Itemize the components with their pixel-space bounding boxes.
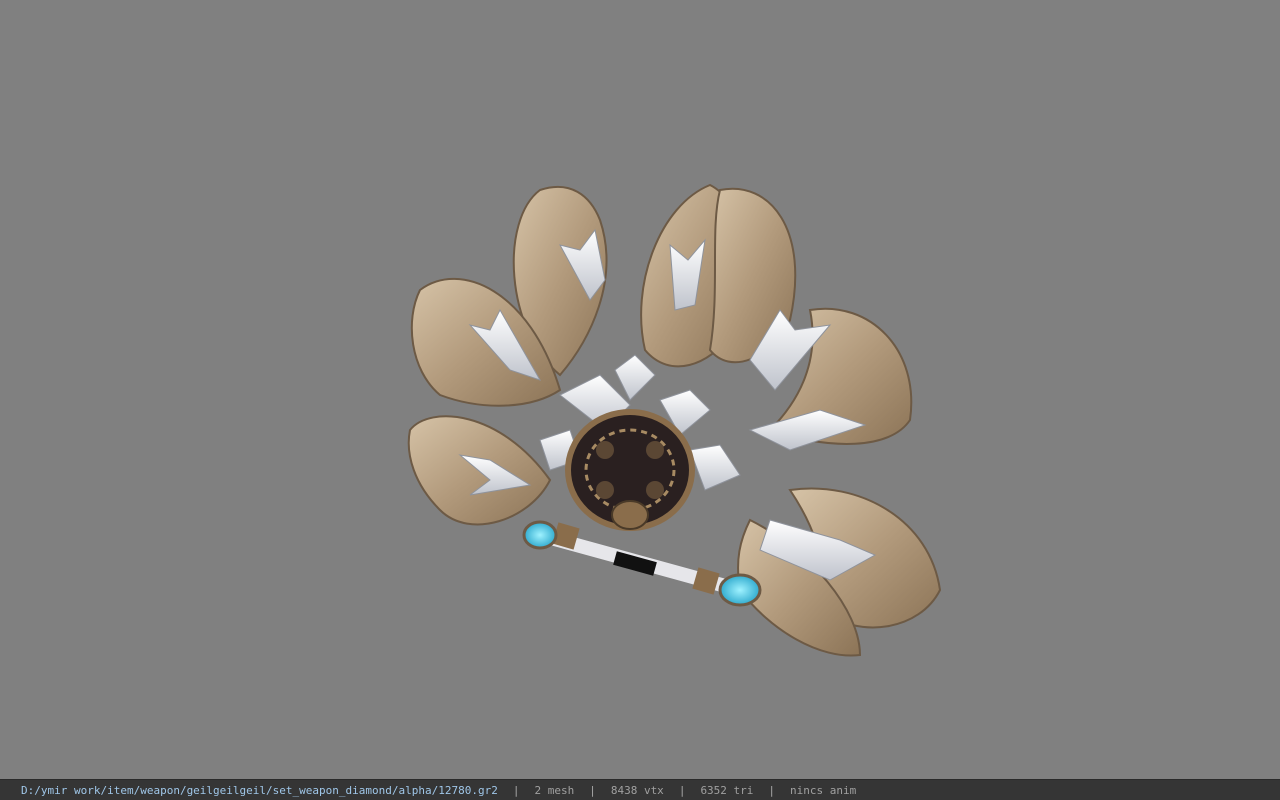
- handle: [522, 520, 762, 607]
- status-separator: |: [589, 783, 596, 797]
- 3d-viewport[interactable]: [0, 0, 1280, 779]
- vertex-count: 8438 vtx: [610, 783, 664, 797]
- status-separator: |: [678, 783, 686, 797]
- gem-left: [522, 520, 558, 550]
- gem-right: [718, 573, 762, 607]
- mesh-count: 2 mesh: [534, 783, 575, 797]
- status-bar: D:/ymir work/item/weapon/geilgeilgeil/se…: [0, 779, 1280, 800]
- status-separator: |: [768, 783, 776, 797]
- status-separator: |: [512, 783, 520, 797]
- ornate-hub: [565, 409, 695, 531]
- triangle-count: 6352 tri: [700, 783, 754, 797]
- animation-status: nincs anim: [790, 783, 857, 797]
- fan-weapon-model: [407, 183, 942, 657]
- model-file-path: D:/ymir work/item/weapon/geilgeilgeil/se…: [21, 783, 498, 797]
